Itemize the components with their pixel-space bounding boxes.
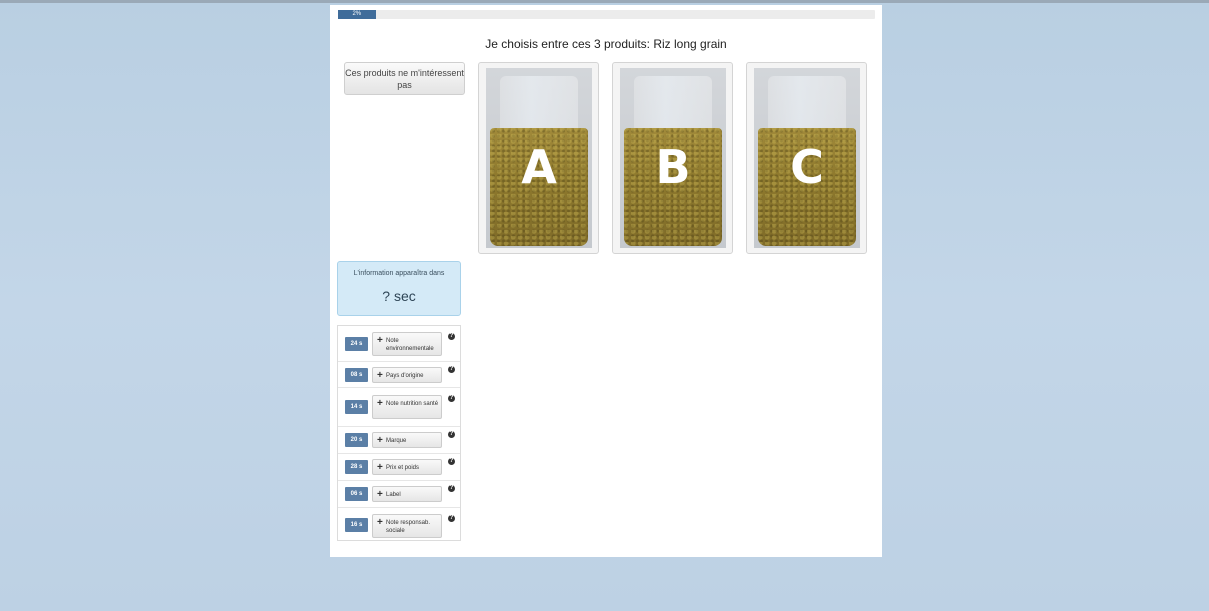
attribute-label: Note environnementale — [386, 338, 434, 352]
reveal-label-button[interactable]: + Label — [372, 486, 442, 502]
time-badge: 06 s — [345, 487, 368, 501]
time-badge: 20 s — [345, 433, 368, 447]
time-badge: 08 s — [345, 368, 368, 382]
product-card-c[interactable]: C — [746, 62, 867, 254]
product-card-b[interactable]: B — [612, 62, 733, 254]
question-circle-icon[interactable]: ? — [448, 458, 455, 465]
question-circle-icon[interactable]: ? — [448, 485, 455, 492]
product-image: B — [620, 68, 726, 248]
time-badge: 14 s — [345, 400, 368, 414]
plus-icon: + — [377, 517, 383, 528]
time-badge: 28 s — [345, 460, 368, 474]
info-timer: ? sec — [382, 288, 416, 304]
product-letter: B — [655, 140, 691, 194]
attribute-row-social: 16 s + Note responsab. sociale ? — [338, 508, 460, 540]
reveal-origin-button[interactable]: + Pays d'origine — [372, 367, 442, 383]
product-image: A — [486, 68, 592, 248]
no-interest-button[interactable]: Ces produits ne m'intéressent pas — [344, 62, 465, 95]
product-letter: A — [521, 140, 557, 194]
reveal-social-button[interactable]: + Note responsab. sociale — [372, 514, 442, 538]
reveal-environment-button[interactable]: + Note environnementale — [372, 332, 442, 356]
plus-icon: + — [377, 435, 383, 446]
question-title: Je choisis entre ces 3 produits: Riz lon… — [485, 37, 727, 51]
window-top-edge — [0, 0, 1209, 3]
survey-panel: 2% Je choisis entre ces 3 produits: Riz … — [330, 5, 882, 557]
product-image: C — [754, 68, 860, 248]
time-badge: 24 s — [345, 337, 368, 351]
reveal-brand-button[interactable]: + Marque — [372, 432, 442, 448]
attribute-label: Note responsab. sociale — [386, 520, 431, 534]
attribute-row-origin: 08 s + Pays d'origine ? — [338, 362, 460, 388]
attribute-list: 24 s + Note environnementale ? 08 s + Pa… — [337, 325, 461, 541]
plus-icon: + — [377, 489, 383, 500]
attribute-label: Note nutrition santé — [386, 401, 439, 407]
question-circle-icon[interactable]: ? — [448, 395, 455, 402]
product-card-a[interactable]: A — [478, 62, 599, 254]
attribute-label: Pays d'origine — [386, 373, 424, 379]
plus-icon: + — [377, 370, 383, 381]
question-circle-icon[interactable]: ? — [448, 366, 455, 373]
info-label: L'information apparaîtra dans — [353, 270, 445, 277]
product-letter: C — [790, 140, 824, 194]
plus-icon: + — [377, 335, 383, 346]
attribute-label: Prix et poids — [386, 465, 420, 471]
question-circle-icon[interactable]: ? — [448, 333, 455, 340]
attribute-row-price: 28 s + Prix et poids ? — [338, 454, 460, 481]
reveal-nutrition-button[interactable]: + Note nutrition santé — [372, 395, 442, 419]
info-countdown-box: L'information apparaîtra dans ? sec — [337, 261, 461, 316]
attribute-row-environment: 24 s + Note environnementale ? — [338, 326, 460, 362]
plus-icon: + — [377, 462, 383, 473]
time-badge: 16 s — [345, 518, 368, 532]
attribute-row-label: 06 s + Label ? — [338, 481, 460, 508]
attribute-label: Label — [386, 492, 401, 498]
progress-bar: 2% — [338, 10, 875, 19]
plus-icon: + — [377, 398, 383, 409]
attribute-row-nutrition: 14 s + Note nutrition santé ? — [338, 388, 460, 427]
attribute-row-brand: 20 s + Marque ? — [338, 427, 460, 454]
progress-fill: 2% — [338, 10, 376, 19]
attribute-label: Marque — [386, 438, 407, 444]
question-circle-icon[interactable]: ? — [448, 431, 455, 438]
reveal-price-button[interactable]: + Prix et poids — [372, 459, 442, 475]
question-circle-icon[interactable]: ? — [448, 515, 455, 522]
